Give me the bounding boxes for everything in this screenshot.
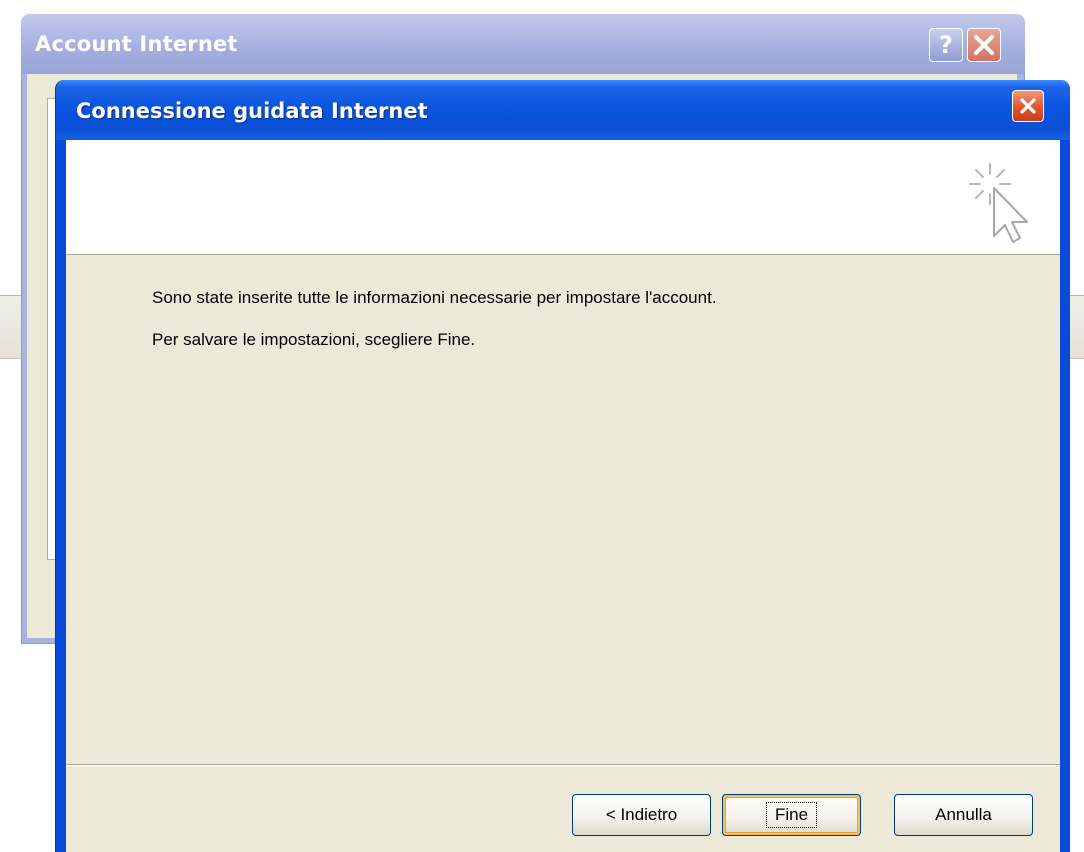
wizard-window[interactable]: Connessione guidata Internet Sono state … — [56, 80, 1070, 852]
account-internet-titlebar[interactable]: Account Internet ? — [21, 14, 1025, 74]
close-icon — [974, 35, 994, 55]
wizard-header-panel — [66, 140, 1060, 255]
button-divider — [66, 764, 1060, 766]
account-internet-close-button[interactable] — [967, 28, 1001, 62]
wizard-close-button[interactable] — [1012, 90, 1044, 122]
wizard-title: Connessione guidata Internet — [76, 99, 428, 123]
help-button[interactable]: ? — [929, 28, 963, 62]
wizard-message-line2: Per salvare le impostazioni, scegliere F… — [152, 330, 476, 349]
wizard-titlebar[interactable]: Connessione guidata Internet — [56, 80, 1070, 140]
close-icon — [1020, 98, 1036, 114]
account-internet-title: Account Internet — [35, 32, 238, 56]
wizard-message-line1: Sono state inserite tutte le informazion… — [152, 288, 717, 307]
wizard-client-area: Sono state inserite tutte le informazion… — [66, 140, 1060, 852]
cancel-button[interactable]: Annulla — [894, 794, 1033, 836]
back-button[interactable]: < Indietro — [572, 794, 711, 836]
wizard-cursor-icon — [969, 163, 1028, 243]
finish-button[interactable]: Fine — [722, 794, 861, 836]
finish-button-label: Fine — [765, 802, 818, 828]
